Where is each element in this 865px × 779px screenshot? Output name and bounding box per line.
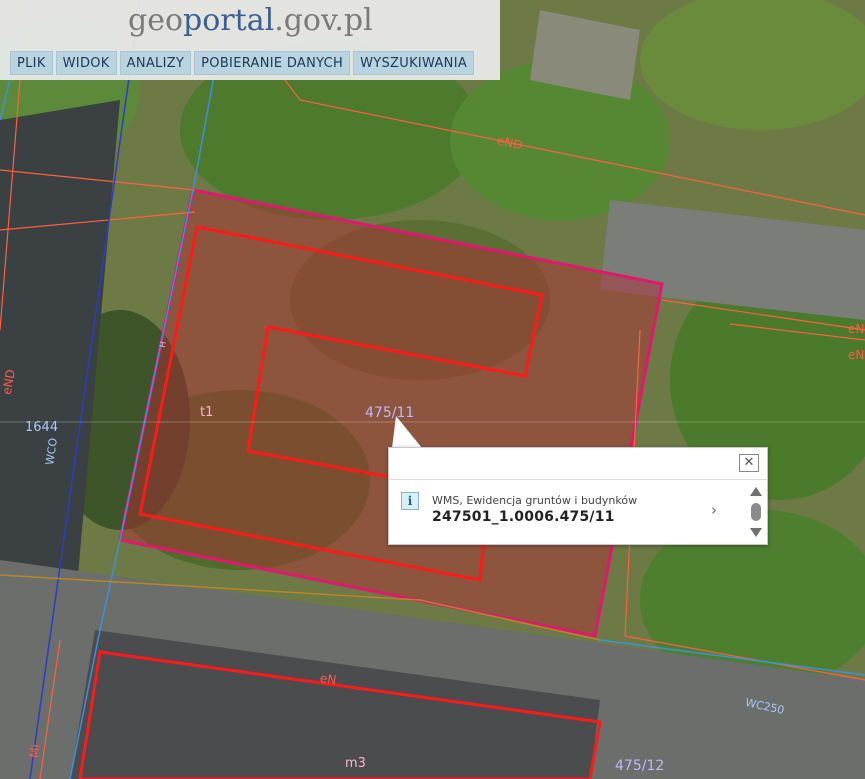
popup-title-bar <box>389 448 767 480</box>
utility-label-1644: 1644 <box>25 420 59 435</box>
app-header: geoportal.gov.pl PLIK WIDOK ANALIZY POBI… <box>0 0 500 80</box>
geoportal-logo[interactable]: geoportal.gov.pl <box>128 2 373 40</box>
popup-scrollbar[interactable] <box>745 481 767 545</box>
parcel-number-label-475-12: 475/12 <box>615 758 665 774</box>
main-menu: PLIK WIDOK ANALIZY POBIERANIE DANYCH WYS… <box>10 51 475 75</box>
scroll-thumb[interactable] <box>751 503 761 521</box>
small-vertical-label: H <box>158 340 168 349</box>
menu-item-widok[interactable]: WIDOK <box>55 51 117 75</box>
land-use-label-bottom: eN <box>319 670 338 688</box>
building-label-t1: t1 <box>200 405 214 420</box>
scroll-down-icon[interactable] <box>750 528 762 537</box>
info-icon: i <box>401 492 419 510</box>
aerial-map[interactable] <box>0 0 865 779</box>
building-label-m3: m3 <box>345 756 366 771</box>
land-use-label-right-2: eN <box>848 348 865 362</box>
menu-item-pobieranie-danych[interactable]: POBIERANIE DANYCH <box>194 51 351 75</box>
land-use-label-right-1: eN <box>848 322 865 336</box>
chevron-right-icon[interactable]: › <box>711 501 717 519</box>
menu-item-plik[interactable]: PLIK <box>10 51 53 75</box>
land-use-label-mi: Mi <box>26 743 43 759</box>
feature-identifier: 247501_1.0006.475/11 <box>432 509 615 525</box>
menu-item-wyszukiwania[interactable]: WYSZUKIWANIA <box>353 51 475 75</box>
scroll-up-icon[interactable] <box>750 487 762 496</box>
feature-info-popup: ✕ i WMS, Ewidencja gruntów i budynków 24… <box>388 447 768 545</box>
popup-pointer <box>392 416 422 448</box>
layer-name: WMS, Ewidencja gruntów i budynków <box>432 494 638 507</box>
menu-item-analizy[interactable]: ANALIZY <box>119 51 192 75</box>
close-icon[interactable]: ✕ <box>739 454 759 472</box>
